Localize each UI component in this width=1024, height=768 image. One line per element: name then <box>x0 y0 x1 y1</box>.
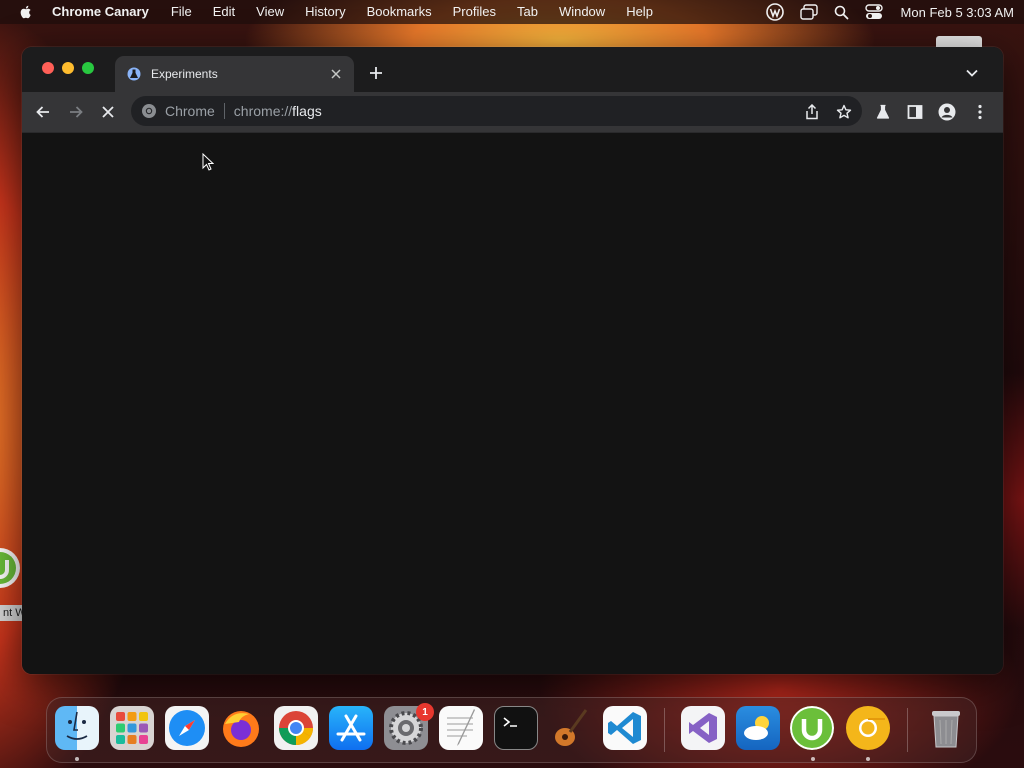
labs-flask-icon <box>876 104 890 119</box>
more-menu-icon <box>978 104 982 120</box>
menu-file[interactable]: File <box>171 0 192 24</box>
wordpress-icon[interactable] <box>765 3 784 21</box>
stop-loading-icon <box>102 106 114 118</box>
menu-window[interactable]: Window <box>559 0 605 24</box>
plus-icon <box>370 67 382 79</box>
bookmark-star-icon <box>836 104 852 119</box>
chrome-logo-icon[interactable] <box>141 103 157 119</box>
side-panel-button[interactable] <box>903 100 927 124</box>
menu-history[interactable]: History <box>305 0 345 24</box>
chevron-down-icon <box>966 69 978 77</box>
finder-icon <box>66 711 88 740</box>
profile-button[interactable] <box>935 100 959 124</box>
menu-profiles[interactable]: Profiles <box>453 0 496 24</box>
running-indicator <box>811 757 815 761</box>
dock-textedit[interactable] <box>439 706 483 750</box>
forward-arrow-icon <box>70 106 83 118</box>
dock-chrome-canary[interactable] <box>846 706 890 750</box>
share-button[interactable] <box>803 103 821 121</box>
stop-loading-button[interactable] <box>96 100 120 124</box>
menu-help[interactable]: Help <box>626 0 653 24</box>
url-host: flags <box>292 103 322 119</box>
close-tab-icon[interactable] <box>328 66 344 82</box>
share-icon <box>806 104 818 120</box>
control-center-icon[interactable] <box>864 4 883 20</box>
more-menu-button[interactable] <box>968 100 992 124</box>
menu-edit[interactable]: Edit <box>213 0 235 24</box>
vscode-icon <box>608 712 641 744</box>
fullscreen-window-button[interactable] <box>82 62 94 74</box>
page-content-area[interactable] <box>22 132 1003 674</box>
menu-tab[interactable]: Tab <box>517 0 538 24</box>
notification-badge: 1 <box>416 703 434 721</box>
safari-compass-icon <box>169 710 205 746</box>
running-indicator <box>75 757 79 761</box>
tab-title: Experiments <box>151 67 218 81</box>
spotlight-search-icon[interactable] <box>834 5 849 20</box>
menu-bar-clock[interactable]: Mon Feb 5 3:03 AM <box>901 5 1014 20</box>
omnibox-chip-label: Chrome <box>165 103 215 119</box>
mouse-cursor-icon <box>202 153 214 171</box>
google-chrome-icon <box>279 711 313 745</box>
menu-bar: Chrome Canary File Edit View History Boo… <box>0 0 1024 24</box>
dock-firefox[interactable] <box>219 706 263 750</box>
new-tab-button[interactable] <box>366 63 386 83</box>
tab-search-button[interactable] <box>962 63 982 83</box>
launchpad-grid-icon <box>116 712 148 744</box>
tab-experiments[interactable]: Experiments <box>115 56 354 92</box>
menu-bookmarks[interactable]: Bookmarks <box>367 0 432 24</box>
trash-can-icon <box>932 711 960 748</box>
dock-terminal[interactable] <box>494 706 538 750</box>
dock-trash[interactable] <box>924 706 968 750</box>
terminal-prompt-icon <box>503 717 517 727</box>
back-arrow-icon <box>36 106 49 118</box>
dock-separator <box>664 708 665 752</box>
running-indicator <box>866 757 870 761</box>
utorrent-icon <box>790 706 834 750</box>
apple-logo-icon[interactable] <box>18 4 34 20</box>
screen-mirroring-icon[interactable] <box>799 4 818 20</box>
chrome-canary-icon <box>848 708 888 748</box>
omnibox-divider <box>223 103 225 119</box>
dock-vscode[interactable] <box>603 706 647 750</box>
dock-app-store[interactable] <box>329 706 373 750</box>
profile-icon <box>938 103 956 121</box>
dock-launchpad[interactable] <box>110 706 154 750</box>
menu-app-name[interactable]: Chrome Canary <box>52 0 149 24</box>
labs-button[interactable] <box>871 100 895 124</box>
dock-utorrent[interactable] <box>790 706 834 750</box>
forward-button[interactable] <box>64 100 88 124</box>
dock-safari[interactable] <box>165 706 209 750</box>
dock-google-chrome[interactable] <box>274 706 318 750</box>
minimize-window-button[interactable] <box>62 62 74 74</box>
dock-separator <box>907 708 908 752</box>
visual-studio-icon <box>689 713 717 743</box>
chrome-canary-window: Experiments Chrome chrome:// flags <box>22 47 1003 674</box>
tab-strip: Experiments <box>22 47 1003 92</box>
dock-garageband[interactable] <box>548 706 592 750</box>
dock-weather[interactable] <box>736 706 780 750</box>
side-panel-icon <box>907 105 923 119</box>
dock: 1 <box>46 697 977 763</box>
firefox-icon <box>223 711 259 747</box>
weather-cloud-icon <box>744 716 769 740</box>
back-button[interactable] <box>31 100 55 124</box>
menu-view[interactable]: View <box>256 0 284 24</box>
app-store-icon <box>336 714 366 742</box>
address-bar[interactable]: Chrome chrome://flags <box>131 96 862 126</box>
close-window-button[interactable] <box>42 62 54 74</box>
dock-finder[interactable] <box>55 706 99 750</box>
url-scheme: chrome:// <box>233 103 293 119</box>
experiments-flask-icon <box>127 67 141 81</box>
browser-toolbar: Chrome chrome://flags <box>22 92 1003 132</box>
dock-visual-studio[interactable] <box>681 706 725 750</box>
textedit-document-icon <box>447 709 475 746</box>
guitar-icon <box>555 709 588 746</box>
bookmark-button[interactable] <box>835 103 853 121</box>
